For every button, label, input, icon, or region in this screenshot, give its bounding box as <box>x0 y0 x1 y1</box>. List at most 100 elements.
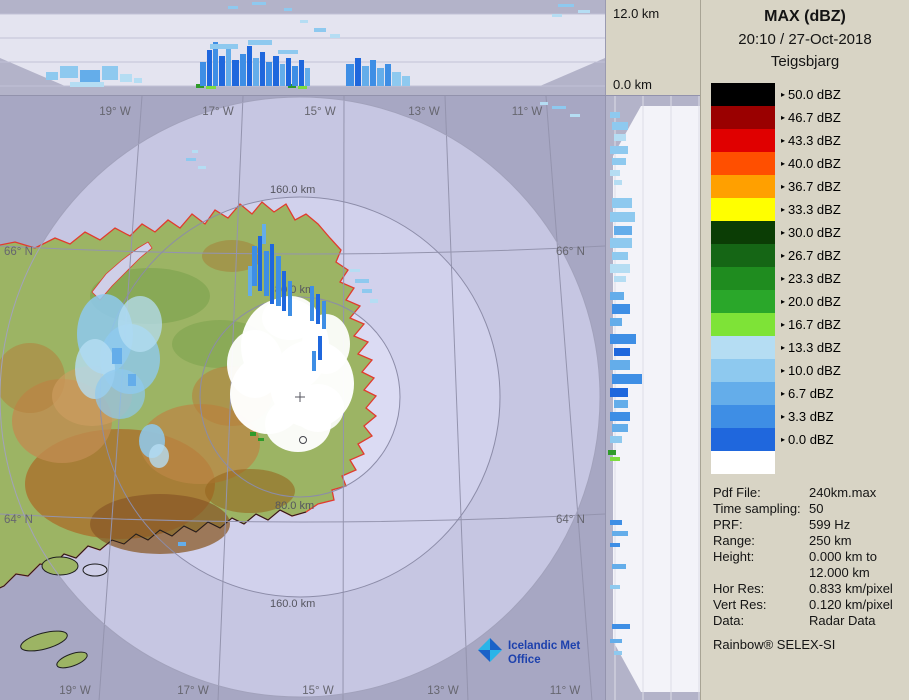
radar-map-panel: 19° W 19° W 17° W 17° W 15° W 15° W 13° W 13° W… <box>0 95 605 700</box>
legend-arrow-icon: ▸ <box>781 159 786 168</box>
detail-value: 250 km <box>809 533 852 548</box>
ns-height-profile-panel <box>605 95 700 700</box>
detail-value: 12.000 km <box>809 565 870 580</box>
product-title: MAX (dBZ) <box>764 8 846 25</box>
legend-label: 50.0 dBZ <box>788 87 841 102</box>
parallel-label: 64° N <box>4 514 33 526</box>
detail-value: 0.833 km/pixel <box>809 581 893 596</box>
legend-arrow-icon: ▸ <box>781 251 786 260</box>
meridian-label: 13° W <box>427 685 459 697</box>
legend-label: 40.0 dBZ <box>788 156 841 171</box>
legend-row: ▸ 0.0 dBZ <box>711 428 909 451</box>
detail-label: Hor Res: <box>713 581 765 596</box>
detail-value: 240km.max <box>809 485 877 500</box>
legend-arrow-icon: ▸ <box>781 343 786 352</box>
legend-color-chip <box>711 451 775 474</box>
legend-arrow-icon: ▸ <box>781 113 786 122</box>
meridian-label: 13° W <box>408 106 440 118</box>
height-axis-max-label: 12.0 km <box>613 6 660 21</box>
legend-arrow-icon: ▸ <box>781 366 786 375</box>
legend-label: 33.3 dBZ <box>788 202 841 217</box>
legend-arrow-icon: ▸ <box>781 274 786 283</box>
info-panel: MAX (dBZ) 20:10 / 27-Oct-2018 Teigsbjarg… <box>700 0 909 700</box>
detail-row: Height: 0.000 km to <box>713 549 909 565</box>
legend-row: ▸ 36.7 dBZ <box>711 175 909 198</box>
legend-color-chip <box>711 152 775 175</box>
lagoon <box>82 563 108 577</box>
ew-profile-plot <box>0 0 605 95</box>
legend-arrow-icon: ▸ <box>781 205 786 214</box>
legend-row: ▸ 46.7 dBZ <box>711 106 909 129</box>
legend-color-chip <box>711 106 775 129</box>
legend-arrow-icon: ▸ <box>781 90 786 99</box>
detail-value: 0.000 km to <box>809 549 877 564</box>
station-name: Teigsbjarg <box>770 53 840 70</box>
legend-arrow-icon: ▸ <box>781 389 786 398</box>
timestamp: 20:10 / 27-Oct-2018 <box>738 31 872 48</box>
legend-row: ▸ 20.0 dBZ <box>711 290 909 313</box>
legend-label: 23.3 dBZ <box>788 271 841 286</box>
legend-row: ▸ 16.7 dBZ <box>711 313 909 336</box>
legend-label: 36.7 dBZ <box>788 179 841 194</box>
product-details: Pdf File: 240km.max Time sampling: 50 PRF: 59… <box>713 485 909 629</box>
detail-label: Height: <box>713 549 755 564</box>
legend-row: ▸ 30.0 dBZ <box>711 221 909 244</box>
detail-row: Hor Res: 0.833 km/pixel <box>713 581 909 597</box>
legend-color-chip <box>711 221 775 244</box>
parallel-label: 64° N <box>556 514 585 526</box>
legend-color-chip <box>711 336 775 359</box>
legend-color-chip <box>711 290 775 313</box>
legend-label: 43.3 dBZ <box>788 133 841 148</box>
legend-label: 30.0 dBZ <box>788 225 841 240</box>
detail-row: Range: 250 km <box>713 533 909 549</box>
legend-arrow-icon: ▸ <box>781 228 786 237</box>
legend-row: ▸ 33.3 dBZ <box>711 198 909 221</box>
legend-color-chip <box>711 83 775 106</box>
legend-color-chip <box>711 382 775 405</box>
detail-label: PRF: <box>713 517 743 532</box>
legend-color-chip <box>711 198 775 221</box>
meridian-label: 17° W <box>177 685 209 697</box>
legend-row: ▸ 6.7 dBZ <box>711 382 909 405</box>
meridian-label: 17° W <box>202 106 234 118</box>
detail-label: Time sampling: <box>713 501 801 516</box>
legend-color-chip <box>711 428 775 451</box>
detail-label: Pdf File: <box>713 485 761 500</box>
meridian-label: 15° W <box>304 106 336 118</box>
detail-row: Data: Radar Data <box>713 613 909 629</box>
legend-label: 20.0 dBZ <box>788 294 841 309</box>
detail-row: Pdf File: 240km.max <box>713 485 909 501</box>
meridian-label: 19° W <box>59 685 91 697</box>
height-axis-min-label: 0.0 km <box>613 77 653 92</box>
legend-arrow-icon: ▸ <box>781 320 786 329</box>
legend-arrow-icon: ▸ <box>781 297 786 306</box>
legend-label: 0.0 dBZ <box>788 432 834 447</box>
legend-label: 13.3 dBZ <box>788 340 841 355</box>
legend-row: ▸ 3.3 dBZ <box>711 405 909 428</box>
legend-color-chip <box>711 313 775 336</box>
legend-label: 46.7 dBZ <box>788 110 841 125</box>
legend-color-chip <box>711 175 775 198</box>
meridian-label: 11° W <box>550 685 581 697</box>
legend-label: 10.0 dBZ <box>788 363 841 378</box>
legend-color-chip <box>711 244 775 267</box>
range-ring-label: 80.0 km <box>275 500 314 512</box>
imo-logo-text-line2: Office <box>508 654 541 666</box>
legend-row: ▸ 23.3 dBZ <box>711 267 909 290</box>
detail-value: 0.120 km/pixel <box>809 597 893 612</box>
range-ring-label: 160.0 km <box>270 184 315 196</box>
legend-row: ▸ 40.0 dBZ <box>711 152 909 175</box>
legend-row: ▸ 50.0 dBZ <box>711 83 909 106</box>
detail-label: Vert Res: <box>713 597 767 612</box>
detail-row: 12.000 km <box>713 565 909 581</box>
detail-value: Radar Data <box>809 613 876 628</box>
legend-label: 16.7 dBZ <box>788 317 841 332</box>
imo-logo-text-line1: Icelandic Met <box>508 640 580 652</box>
legend-label: 26.7 dBZ <box>788 248 841 263</box>
detail-label: Range: <box>713 533 755 548</box>
legend-row: ▸ 10.0 dBZ <box>711 359 909 382</box>
meridian-label: 11° W <box>512 106 543 118</box>
legend-label: 3.3 dBZ <box>788 409 834 424</box>
detail-row: PRF: 599 Hz <box>713 517 909 533</box>
legend-color-chip <box>711 405 775 428</box>
